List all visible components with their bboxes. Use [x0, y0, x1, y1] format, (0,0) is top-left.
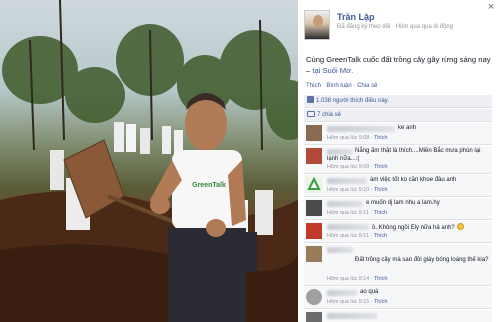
- comment-meta: Hôm qua lúc 9:14 · Thích: [327, 276, 388, 282]
- post-text-main: Cùng GreenTalk cuốc đất trồng cây gây rừ…: [306, 55, 491, 64]
- comment-time: Hôm qua lúc 9:11: [327, 233, 369, 239]
- comment-item: e muốn dj lam nhu a lam.hy Hôm qua lúc 9…: [304, 198, 492, 220]
- commenter-avatar[interactable]: [306, 200, 322, 216]
- shirt-logo: GreenTalk: [186, 182, 232, 189]
- comment-text-body: ồ. Không ngồi Ely nữa hả anh?: [372, 225, 455, 231]
- commenter-name-blurred: [327, 201, 363, 207]
- post-panel: × Trần Lập Đã đăng ký theo dõi · Hôm qua…: [298, 0, 500, 322]
- post-meta: Đã đăng ký theo dõi · Hôm qua qua di độn…: [337, 24, 454, 30]
- comment-action[interactable]: Bình luận: [326, 83, 351, 89]
- comment-item: ke anh Hôm qua lúc 9:08 · Thích: [304, 123, 492, 145]
- separator: ·: [322, 83, 325, 89]
- comment-meta: Hôm qua lúc 9:10 · Thích: [327, 187, 388, 193]
- comment-meta: Hôm qua lúc 9:15 · Thích: [327, 299, 388, 305]
- like-action[interactable]: Thích: [306, 83, 321, 89]
- commenter-avatar[interactable]: [306, 148, 322, 164]
- author-avatar[interactable]: [304, 10, 330, 40]
- comment-time: Hôm qua lúc 9:14: [327, 276, 370, 282]
- separator: ·: [353, 83, 356, 89]
- likes-count[interactable]: 1.038 người thích điều này.: [316, 98, 389, 104]
- comment-like-link[interactable]: Thích: [374, 210, 387, 216]
- comment-text: e muốn dj lam nhu a lam.hy: [366, 200, 440, 206]
- author-name[interactable]: Trần Lập: [337, 12, 375, 22]
- comment-item: ồ. Không ngồi Ely nữa hả anh? Hôm qua lú…: [304, 221, 492, 243]
- comment-time: Hôm qua lúc 9:10: [327, 187, 370, 193]
- post-actions: Thích · Bình luận · Chia sẻ: [306, 83, 377, 89]
- shares-summary[interactable]: 7 chia sẻ: [304, 109, 492, 122]
- comment-text: àm việc tốt ko cần khoe đâu anh: [370, 177, 457, 183]
- commenter-name-blurred: [327, 247, 353, 253]
- comment-meta: Hôm qua lúc 9:11 · Thích: [327, 210, 388, 216]
- comment-text: ao quá: [360, 289, 379, 295]
- smiley-icon: [456, 223, 464, 230]
- shares-count[interactable]: 7 chia sẻ: [317, 112, 341, 118]
- comment-time: Hôm qua lúc 9:09: [327, 164, 370, 170]
- location-link[interactable]: tại Suối Mơ.: [312, 66, 353, 75]
- photo-scene: [0, 0, 298, 322]
- comment-time: Hôm qua lúc 9:15: [327, 299, 370, 305]
- recycle-icon: [307, 176, 321, 190]
- commenter-name-blurred: [327, 313, 377, 319]
- comment-item: Đất trồng cây mà sao đôi giày bóng loáng…: [304, 244, 492, 286]
- shirt-logo-text: GreenTalk: [192, 182, 226, 189]
- comment-text: ke anh: [398, 125, 417, 131]
- commenter-name-blurred: [327, 126, 395, 132]
- comment-item: [304, 310, 492, 322]
- close-button[interactable]: ×: [486, 2, 496, 13]
- commenter-avatar[interactable]: [306, 223, 322, 239]
- comment-text: Đất trồng cây mà sao đôi giày bóng loáng…: [355, 257, 489, 263]
- comment-text: ồ. Không ngồi Ely nữa hả anh?: [372, 223, 464, 232]
- comment-item: ao quá Hôm qua lúc 9:15 · Thích: [304, 287, 492, 309]
- comment-item: àm việc tốt ko cần khoe đâu anh Hôm qua …: [304, 175, 492, 197]
- comment-meta: Hôm qua lúc 9:11 · Thích: [327, 233, 388, 239]
- comment-like-link[interactable]: Thích: [374, 135, 387, 141]
- commenter-avatar[interactable]: [306, 176, 322, 193]
- share-icon: [307, 111, 315, 117]
- comment-like-link[interactable]: Thích: [374, 187, 387, 193]
- commenter-name-blurred: [327, 178, 367, 184]
- post-photo[interactable]: GreenTalk: [0, 0, 298, 322]
- comment-like-link[interactable]: Thích: [374, 233, 387, 239]
- comment-like-link[interactable]: Thích: [374, 164, 387, 170]
- comment-like-link[interactable]: Thích: [374, 276, 387, 282]
- comment-meta: Hôm qua lúc 9:09 · Thích: [327, 164, 388, 170]
- commenter-avatar[interactable]: [306, 289, 322, 305]
- likes-summary[interactable]: 1.038 người thích điều này.: [304, 95, 492, 108]
- thumbs-up-icon: [307, 96, 314, 103]
- commenter-avatar[interactable]: [306, 246, 322, 262]
- commenter-avatar[interactable]: [306, 125, 322, 141]
- comment-item: Nắng ấm thật là thích....Miền Bắc mưa ph…: [304, 146, 492, 174]
- comment-time: Hôm qua lúc 9:11: [327, 210, 369, 216]
- comment-time: Hôm qua lúc 9:08: [327, 135, 370, 141]
- share-action[interactable]: Chia sẻ: [357, 83, 377, 89]
- comment-text: Nắng ấm thật là thích....Miền Bắc mưa ph…: [327, 148, 481, 162]
- comment-like-link[interactable]: Thích: [374, 299, 387, 305]
- commenter-avatar[interactable]: [306, 312, 322, 322]
- comment-meta: Hôm qua lúc 9:08 · Thích: [327, 135, 388, 141]
- post-text: Cùng GreenTalk cuốc đất trồng cây gây rừ…: [306, 54, 496, 76]
- commenter-name-blurred: [327, 224, 369, 230]
- commenter-name-blurred: [327, 290, 357, 296]
